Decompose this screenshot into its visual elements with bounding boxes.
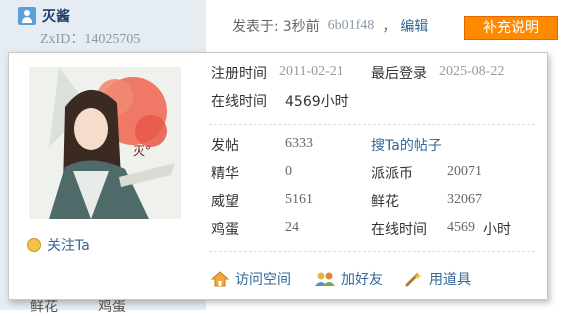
avatar-image: 灭°	[29, 67, 181, 219]
home-icon	[211, 271, 229, 287]
use-item-label: 用道具	[429, 272, 471, 288]
visit-space-label: 访问空间	[235, 272, 291, 288]
posts-value: 6333	[285, 136, 313, 151]
follow-link[interactable]: 关注Ta	[27, 235, 90, 255]
comma: ，	[382, 19, 397, 35]
magic-wand-icon	[405, 272, 422, 287]
flowers-value: 32067	[447, 192, 482, 207]
add-friend-label: 加好友	[341, 272, 383, 288]
supplement-button[interactable]: 补充说明	[464, 16, 558, 40]
post-hash: 6b01f48	[327, 18, 375, 33]
digest-label: 精华	[211, 166, 239, 182]
online-time-label: 在线时间	[211, 94, 267, 110]
user-icon	[18, 7, 36, 25]
prestige-label: 威望	[211, 194, 239, 210]
search-posts-link[interactable]: 搜Ta的帖子	[371, 135, 442, 155]
digest-value: 0	[285, 164, 292, 179]
posted-label: 发表于:	[232, 19, 279, 35]
use-item-link[interactable]: 用道具	[405, 269, 471, 289]
divider-top	[209, 124, 535, 125]
last-login-value: 2025-08-22	[439, 64, 505, 79]
prestige-value: 5161	[285, 192, 313, 207]
user-popup-card: 灭° 关注Ta 注册时间 2011-02-21 最后登录 2025-08-22 …	[8, 52, 548, 300]
online-time-value: 4569小时	[285, 94, 349, 110]
online2-value: 4569	[447, 220, 475, 235]
friends-icon	[315, 272, 335, 286]
avatar[interactable]: 灭°	[29, 67, 181, 219]
zxid: ZxID：14025705	[40, 32, 141, 47]
flowers-label: 鲜花	[371, 194, 399, 210]
username-row: 灭酱	[18, 6, 70, 26]
online2-label: 在线时间	[371, 222, 427, 238]
divider-bottom	[209, 251, 535, 252]
follow-label: 关注Ta	[47, 238, 90, 254]
add-friend-link[interactable]: 加好友	[315, 269, 383, 289]
post-header: 发表于: 3秒前 6b01f48 ， 编辑	[232, 16, 428, 36]
eggs-value: 24	[285, 220, 299, 235]
reg-time-label: 注册时间	[211, 66, 267, 82]
visit-space-link[interactable]: 访问空间	[211, 269, 291, 289]
coins-value: 20071	[447, 164, 482, 179]
eggs-label: 鸡蛋	[211, 222, 239, 238]
follow-icon	[27, 238, 41, 252]
posted-time: 3秒前	[282, 19, 320, 35]
posts-label: 发帖	[211, 138, 239, 154]
online2-unit: 小时	[483, 222, 511, 238]
coins-label: 派派币	[371, 166, 413, 182]
reg-time-value: 2011-02-21	[279, 64, 344, 79]
edit-link[interactable]: 编辑	[400, 16, 428, 36]
last-login-label: 最后登录	[371, 66, 427, 82]
avatar-watermark: 灭°	[133, 144, 151, 158]
username[interactable]: 灭酱	[42, 6, 70, 26]
